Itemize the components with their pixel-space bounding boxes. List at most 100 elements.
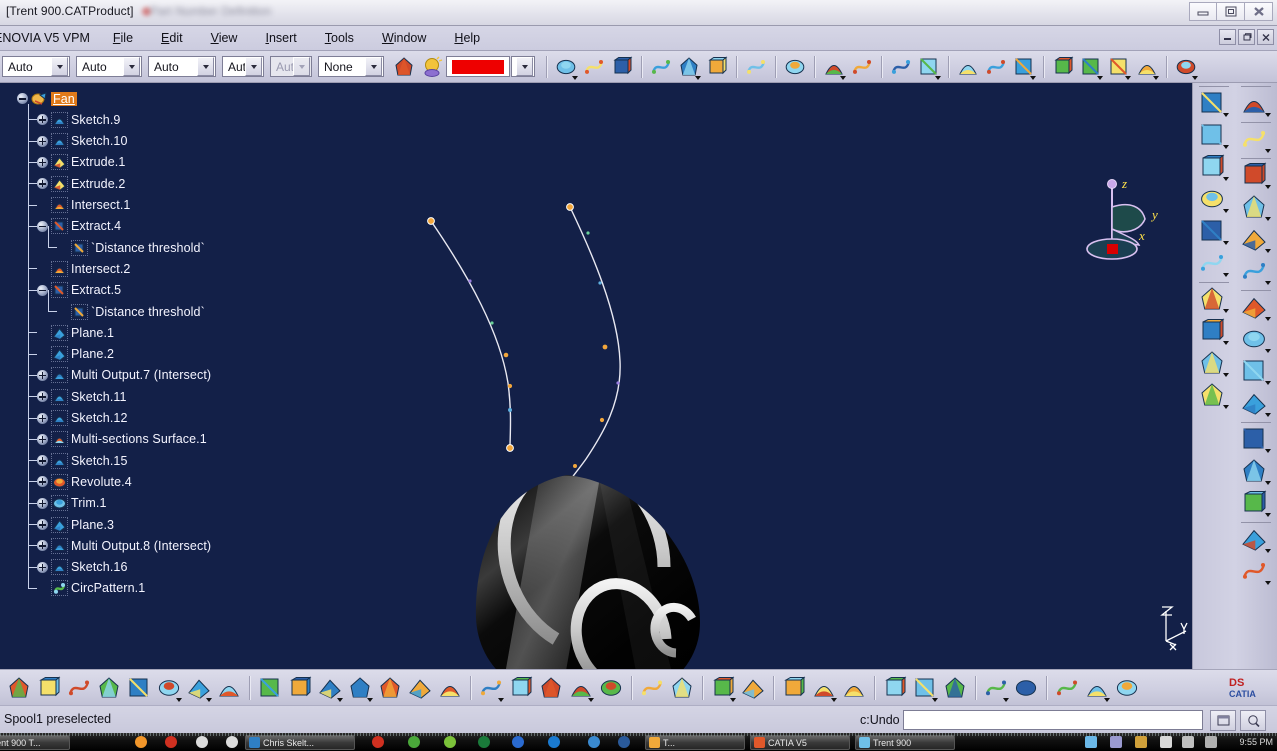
menu-view[interactable]: View [197,29,252,47]
taskbar-quicklaunch-icon[interactable] [478,736,490,748]
tree-node[interactable]: CircPattern.1 [37,578,145,599]
taskbar-window-button[interactable]: Chris Skelt... [245,735,355,750]
point-icon[interactable] [1241,326,1271,354]
measure-item-icon[interactable] [911,674,939,702]
mdi-restore-button[interactable] [1238,29,1255,45]
status-window-button[interactable] [1210,710,1236,731]
measure-inertia-icon[interactable] [941,674,969,702]
taskbar-quicklaunch-icon[interactable] [512,736,524,748]
healing-icon[interactable] [1199,350,1229,378]
extrude-surface-icon[interactable] [1199,90,1229,118]
taskbar-window-button[interactable]: T... [645,735,745,750]
drafting-icon[interactable] [888,54,914,80]
specification-tree[interactable]: Fan Sketch.9 Sketch.10 Extrude.1 Extrude… [0,83,230,669]
tree-node[interactable]: Sketch.9 [37,109,120,130]
paintbrush-icon[interactable] [391,54,417,80]
expand-toggle-icon[interactable] [37,178,48,190]
parameters-icon[interactable] [1083,674,1111,702]
fill-surface-icon[interactable] [1241,458,1271,486]
boundary-box-icon[interactable] [1241,226,1271,254]
menu-insert[interactable]: Insert [251,29,310,47]
fill-icon[interactable] [1199,186,1229,214]
rotate-icon[interactable] [346,674,374,702]
fly-mode-icon[interactable] [256,674,284,702]
taskbar-quicklaunch-icon[interactable] [618,736,630,748]
hide-show-icon[interactable] [638,674,666,702]
tree-node[interactable]: `Distance threshold` [57,237,205,258]
tree-node[interactable]: Extrude.1 [37,152,125,173]
whats-this-icon[interactable] [215,674,243,702]
sweep-icon[interactable] [1199,122,1229,150]
menu-enovia-vpm[interactable]: ENOVIA V5 VPM [0,31,99,45]
status-search-button[interactable] [1240,710,1266,731]
tray-icon[interactable] [1135,736,1147,748]
chevron-down-icon[interactable] [245,57,262,76]
tray-icon[interactable] [1160,736,1172,748]
rendering-combo[interactable]: None [318,56,384,77]
scene-icon[interactable] [840,674,868,702]
expand-toggle-icon[interactable] [37,135,48,147]
expand-toggle-icon[interactable] [37,391,48,403]
tray-icon[interactable] [1182,736,1194,748]
surface-icon[interactable] [609,54,635,80]
thickness-combo[interactable]: Aut [222,56,264,77]
collapse-toggle-icon[interactable] [37,284,48,296]
extrapolate-icon[interactable] [1199,286,1229,314]
chevron-down-icon[interactable] [516,57,533,76]
3d-viewport[interactable]: z y x Fan Sketch.9 Sketch.10 Extrude.1 E… [0,83,1192,669]
tree-node[interactable]: Plane.3 [37,514,114,535]
mdi-close-button[interactable] [1257,29,1274,45]
apply-material-icon[interactable] [780,674,808,702]
multi-sections-icon[interactable] [1199,250,1229,278]
taskbar-quicklaunch-icon[interactable] [196,736,208,748]
bridge-surface-icon[interactable] [1241,426,1271,454]
measure-icon[interactable] [983,54,1009,80]
color-dropdown[interactable] [511,56,535,77]
untrim-icon[interactable] [1199,382,1229,410]
line-icon[interactable] [1241,358,1271,386]
taskbar-window-button[interactable]: Trent 900 T... [0,735,70,750]
point-icon[interactable] [553,54,579,80]
sketch-tracer-icon[interactable] [648,54,674,80]
cut-icon[interactable] [65,674,93,702]
wireframe-icon[interactable] [821,54,847,80]
sketcher-icon[interactable] [1241,126,1271,154]
menu-edit[interactable]: Edit [147,29,197,47]
offset-surface-icon[interactable] [1199,154,1229,182]
split-icon[interactable] [1241,194,1271,222]
spiral-icon[interactable] [1241,558,1271,586]
analysis-icon[interactable] [916,54,942,80]
clash-icon[interactable] [1078,54,1104,80]
multi-view-icon[interactable] [477,674,505,702]
tree-node[interactable]: Extract.4 [37,216,121,237]
select-arrow-icon[interactable] [955,54,981,80]
apply-material-icon[interactable] [419,54,445,80]
taskbar-window-button[interactable]: CATIA V5 [750,735,850,750]
tray-icon[interactable] [1085,736,1097,748]
assembly-icon[interactable] [849,54,875,80]
expand-toggle-icon[interactable] [37,455,48,467]
chevron-down-icon[interactable] [123,57,140,76]
join-icon[interactable] [1199,318,1229,346]
isometric-icon[interactable] [507,674,535,702]
grid-icon[interactable] [1113,674,1141,702]
annotation-icon[interactable] [1106,54,1132,80]
pad-icon[interactable] [676,54,702,80]
clock[interactable]: 9:55 PM [1239,737,1273,747]
zoom-out-icon[interactable] [406,674,434,702]
menu-help[interactable]: Help [440,29,494,47]
circle-icon[interactable] [1241,526,1271,554]
expand-toggle-icon[interactable] [37,497,48,509]
pocket-icon[interactable] [704,54,730,80]
stopwatch-icon[interactable] [1012,674,1040,702]
mirror-icon[interactable] [1241,294,1271,322]
expand-toggle-icon[interactable] [37,519,48,530]
sweep-surface-icon[interactable] [1241,490,1271,518]
tree-root-node[interactable]: Fan [17,88,77,109]
tree-node[interactable]: Multi Output.7 (Intersect) [37,365,211,386]
layer-combo[interactable]: Auto [2,56,70,77]
taskbar-quicklaunch-icon[interactable] [226,736,238,748]
save-icon[interactable] [5,674,33,702]
hyperlink-icon[interactable] [739,674,767,702]
menu-window[interactable]: Window [368,29,440,47]
